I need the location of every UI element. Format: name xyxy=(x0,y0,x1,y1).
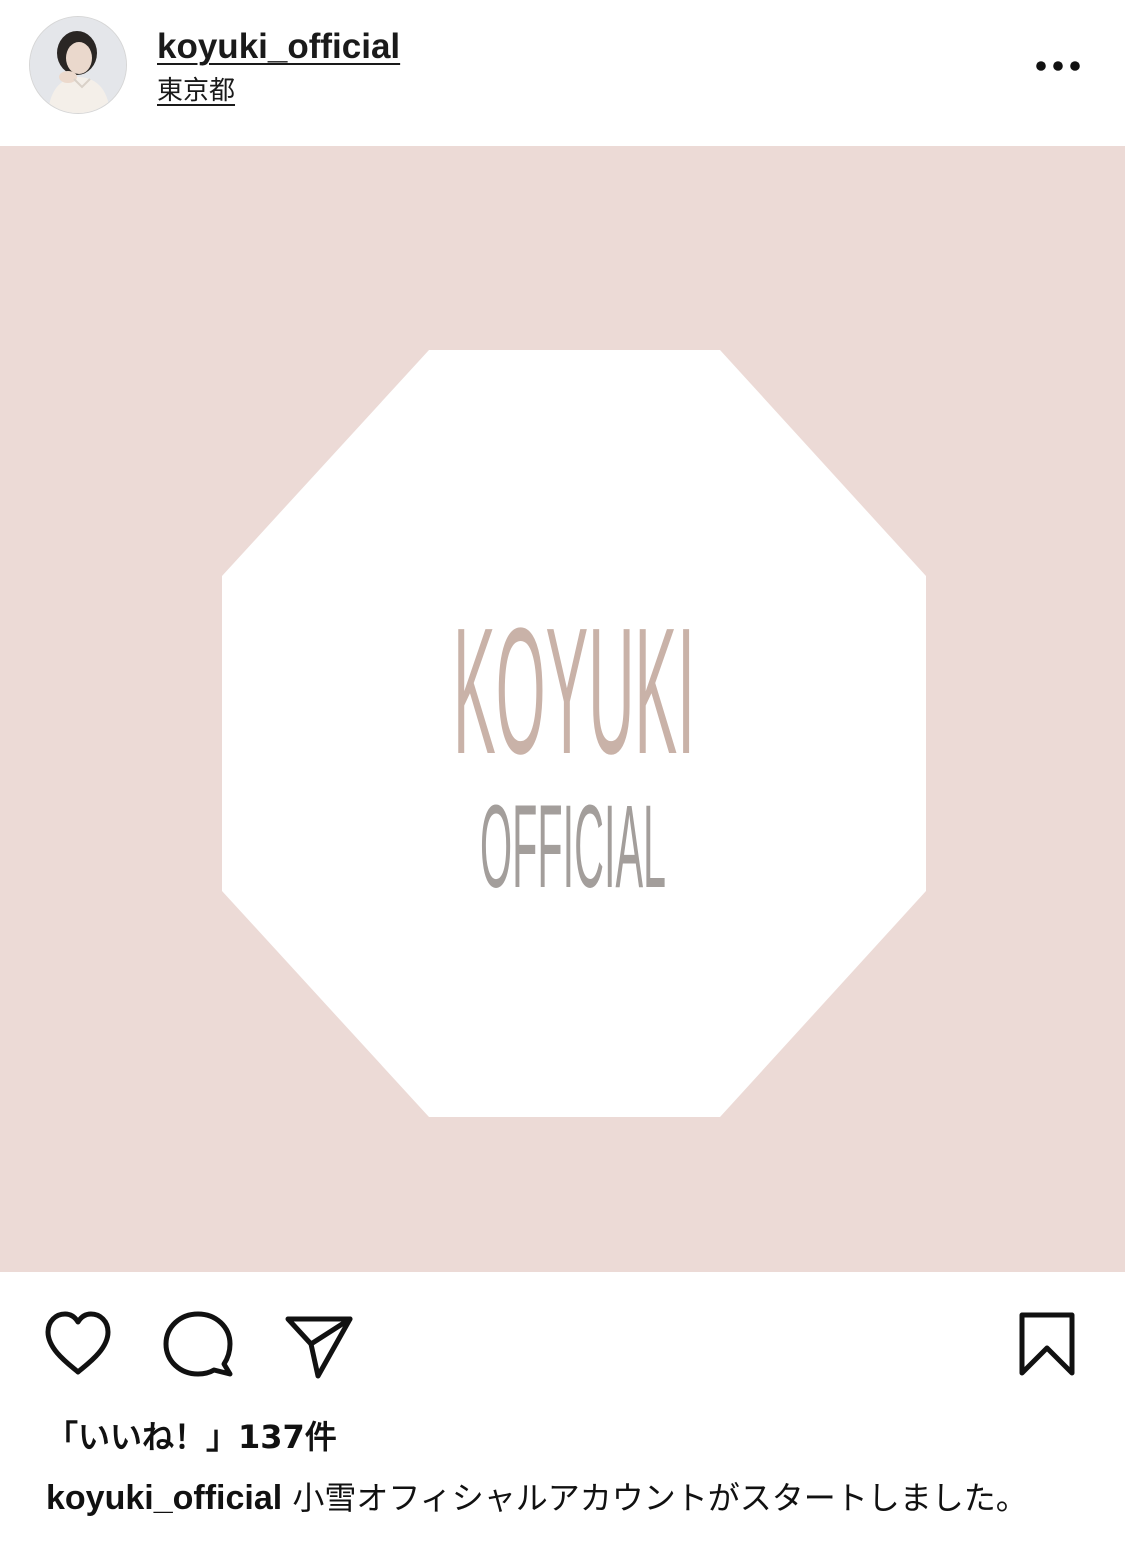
post-header: koyuki_official 東京都 xyxy=(0,0,1125,146)
likes-count[interactable]: 「いいね！」137件 xyxy=(46,1416,337,1458)
more-horizontal-icon xyxy=(1036,61,1080,71)
paper-plane-icon xyxy=(285,1316,353,1379)
bookmark-icon xyxy=(1019,1312,1075,1376)
like-button[interactable] xyxy=(40,1306,116,1382)
save-button[interactable] xyxy=(1010,1306,1086,1382)
username-link[interactable]: koyuki_official xyxy=(157,26,400,68)
more-options-button[interactable] xyxy=(1024,44,1090,88)
heart-icon xyxy=(45,1311,111,1375)
post-image[interactable]: KOYUKI OFFICIAL xyxy=(0,146,1125,1272)
avatar-photo xyxy=(30,17,126,113)
caption-text: 小雪オフィシャルアカウントがスタートしました。 xyxy=(292,1479,1028,1517)
caption: koyuki_official 小雪オフィシャルアカウントがスタートしました。 xyxy=(46,1477,1046,1519)
avatar[interactable] xyxy=(30,17,126,113)
comment-button[interactable] xyxy=(160,1306,236,1382)
share-button[interactable] xyxy=(280,1306,356,1382)
location-link[interactable]: 東京都 xyxy=(157,73,235,109)
comment-icon xyxy=(163,1311,233,1377)
logo-line-official: OFFICIAL xyxy=(480,781,666,913)
caption-username[interactable]: koyuki_official xyxy=(46,1479,282,1517)
logo-line-koyuki: KOYUKI xyxy=(453,591,695,792)
